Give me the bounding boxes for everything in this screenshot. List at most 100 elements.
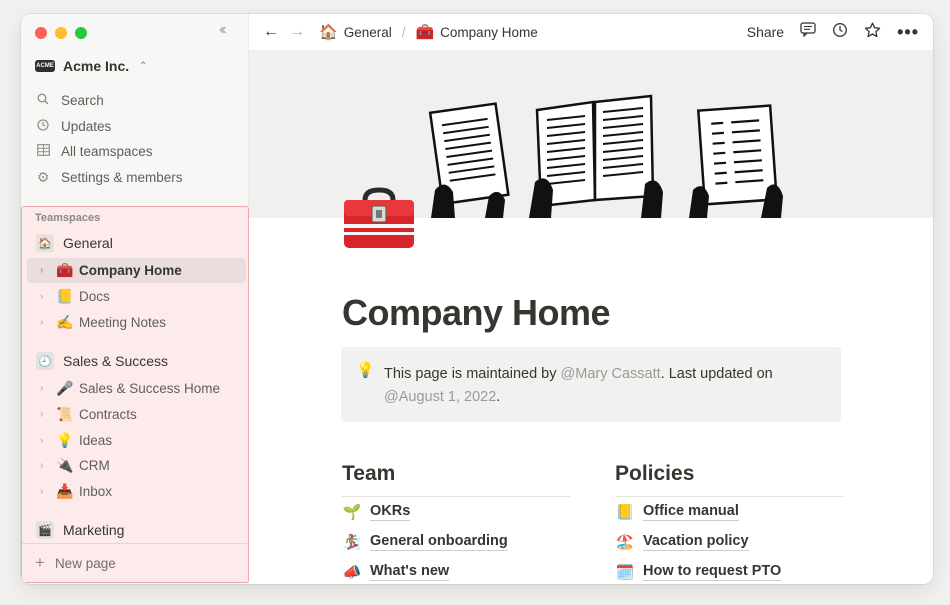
breadcrumb-item-company-home[interactable]: Company Home xyxy=(440,25,538,40)
sidebar-item-label: Updates xyxy=(61,118,112,134)
beach-icon: 🏖️ xyxy=(615,534,635,551)
column-policies: Policies 📒 Office manual 🏖️ Vacation pol… xyxy=(615,462,843,584)
callout-block[interactable]: 💡 This page is maintained by @Mary Cassa… xyxy=(341,347,841,422)
chevron-right-icon[interactable]: › xyxy=(40,291,50,302)
sidebar-page-sales-success-home[interactable]: › 🎤 Sales & Success Home xyxy=(27,376,246,401)
grid-icon xyxy=(35,144,51,159)
breadcrumb-item-general[interactable]: General xyxy=(344,25,392,40)
sidebar-nav: Search Updates All teamspaces ⚙ Settings… xyxy=(35,88,183,190)
sidebar-page-contracts[interactable]: › 📜 Contracts xyxy=(27,402,246,427)
chevron-right-icon[interactable]: › xyxy=(40,460,50,471)
sidebar-page-docs[interactable]: › 📒 Docs xyxy=(27,284,246,309)
history-nav: ← → xyxy=(263,23,305,41)
new-page-button[interactable]: + New page xyxy=(35,553,116,573)
teamspaces-section: Teamspaces 🏠 General › 🧰 Company Home › … xyxy=(21,206,249,583)
workspace-switcher[interactable]: ACME Acme Inc. ⌃ xyxy=(35,58,148,74)
sidebar-item-label: Search xyxy=(61,93,104,109)
sidebar-page-crm[interactable]: › 🔌 CRM xyxy=(27,453,246,478)
star-icon[interactable] xyxy=(864,22,881,43)
user-mention[interactable]: @Mary Cassatt xyxy=(561,366,661,382)
page-label: Inbox xyxy=(79,484,113,499)
chevron-right-icon[interactable]: › xyxy=(40,317,50,328)
sidebar-item-settings[interactable]: ⚙ Settings & members xyxy=(35,165,183,191)
forward-arrow-icon[interactable]: → xyxy=(289,23,305,41)
breadcrumb-separator: / xyxy=(401,24,406,40)
page-label: Contracts xyxy=(79,407,137,422)
page-title[interactable]: Company Home xyxy=(342,292,611,334)
teamspace-label: General xyxy=(63,235,113,251)
sidebar-item-label: All teamspaces xyxy=(61,144,153,160)
chevron-right-icon[interactable]: › xyxy=(40,265,50,276)
back-arrow-icon[interactable]: ← xyxy=(263,23,279,41)
callout-text-middle: . Last updated on xyxy=(660,366,773,382)
link-label: How to request PTO xyxy=(643,563,782,581)
share-button[interactable]: Share xyxy=(747,24,784,40)
link-office-manual[interactable]: 📒 Office manual xyxy=(615,497,843,527)
sidebar-page-company-home[interactable]: › 🧰 Company Home xyxy=(27,258,246,283)
chevron-right-icon[interactable]: › xyxy=(40,435,50,446)
sidebar-page-inbox[interactable]: › 📥 Inbox xyxy=(27,479,246,504)
lightbulb-icon: 💡 xyxy=(356,362,375,379)
maximize-window-button[interactable] xyxy=(75,27,87,39)
top-bar: ← → 🏠 General / 🧰 Company Home Share ••• xyxy=(249,14,933,50)
notebook-icon: 📒 xyxy=(615,504,635,521)
date-mention[interactable]: @August 1, 2022 xyxy=(384,389,496,405)
toolbox-icon: 🧰 xyxy=(56,262,74,278)
minimize-window-button[interactable] xyxy=(55,27,67,39)
window-controls xyxy=(35,27,87,39)
chevron-right-icon[interactable]: › xyxy=(40,383,50,394)
page-label: CRM xyxy=(79,458,110,473)
callout-text: This page is maintained by @Mary Cassatt… xyxy=(384,363,824,409)
column-heading[interactable]: Policies xyxy=(615,462,843,497)
chevron-updown-icon: ⌃ xyxy=(139,60,148,72)
link-request-pto[interactable]: 🗓️ How to request PTO xyxy=(615,557,843,584)
link-general-onboarding[interactable]: 🏂 General onboarding xyxy=(342,527,570,557)
link-whats-new[interactable]: 📣 What's new xyxy=(342,557,570,584)
teamspace-marketing[interactable]: 🎬 Marketing xyxy=(36,521,124,539)
history-clock-icon[interactable] xyxy=(832,22,848,43)
microphone-icon: 🎤 xyxy=(56,380,74,396)
plus-icon: + xyxy=(35,553,45,572)
home-icon: 🏠 xyxy=(36,234,54,252)
sidebar-item-all-teamspaces[interactable]: All teamspaces xyxy=(35,139,183,165)
search-icon xyxy=(35,93,51,108)
sidebar-page-ideas[interactable]: › 💡 Ideas xyxy=(27,428,246,453)
lightbulb-icon: 💡 xyxy=(56,432,74,448)
sidebar-page-meeting-notes[interactable]: › ✍️ Meeting Notes xyxy=(27,310,246,335)
chevron-right-icon[interactable]: › xyxy=(40,409,50,420)
close-window-button[interactable] xyxy=(35,27,47,39)
link-label: General onboarding xyxy=(370,533,508,551)
notebook-icon: 📒 xyxy=(56,288,74,304)
clock-icon xyxy=(35,119,51,134)
new-page-label: New page xyxy=(54,555,116,571)
workspace-name: Acme Inc. xyxy=(63,58,130,74)
writing-hand-icon: ✍️ xyxy=(56,314,74,330)
link-vacation-policy[interactable]: 🏖️ Vacation policy xyxy=(615,527,843,557)
teamspace-general[interactable]: 🏠 General xyxy=(36,234,113,252)
page-label: Sales & Success Home xyxy=(79,381,221,396)
sidebar-item-label: Settings & members xyxy=(61,170,183,186)
calendar-icon: 🗓️ xyxy=(615,564,635,581)
gear-icon: ⚙ xyxy=(36,169,50,186)
chevron-right-icon[interactable]: › xyxy=(40,486,50,497)
link-label: What's new xyxy=(370,563,450,581)
home-icon: 🏠 xyxy=(319,24,338,41)
top-actions: Share ••• xyxy=(747,14,919,50)
collapse-sidebar-icon[interactable]: ‹‹ xyxy=(219,21,226,39)
page-label: Docs xyxy=(79,289,110,304)
sidebar-item-updates[interactable]: Updates xyxy=(35,114,183,140)
link-label: Vacation policy xyxy=(643,533,749,551)
more-icon[interactable]: ••• xyxy=(897,22,919,43)
link-okrs[interactable]: 🌱 OKRs xyxy=(342,497,570,527)
teamspace-sales-success[interactable]: 🕘 Sales & Success xyxy=(36,352,168,370)
sidebar-item-search[interactable]: Search xyxy=(35,88,183,114)
toolbox-icon[interactable] xyxy=(341,180,417,256)
comment-icon[interactable] xyxy=(800,22,816,42)
snowboarder-icon: 🏂 xyxy=(342,534,362,551)
page-label: Company Home xyxy=(79,263,182,278)
callout-text-after: . xyxy=(496,389,501,405)
column-heading[interactable]: Team xyxy=(342,462,570,497)
breadcrumb: 🏠 General / 🧰 Company Home xyxy=(319,23,538,41)
megaphone-icon: 📣 xyxy=(342,564,362,581)
workspace-logo: ACME xyxy=(35,60,55,72)
